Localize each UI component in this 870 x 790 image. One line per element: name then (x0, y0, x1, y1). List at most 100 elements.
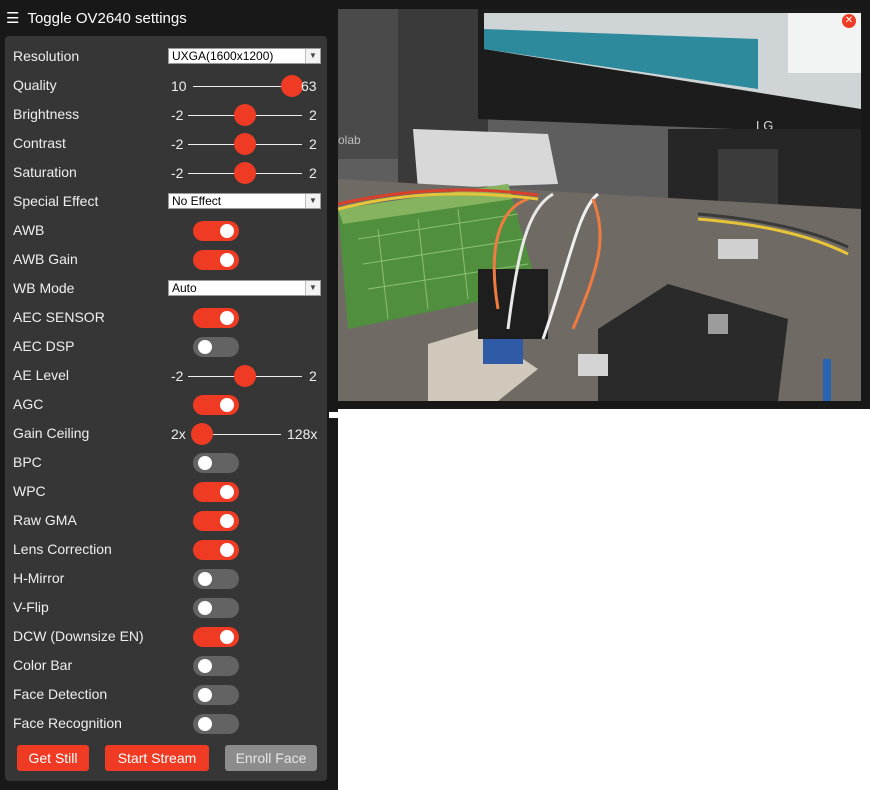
awb-gain-toggle[interactable] (193, 250, 239, 270)
toggle-knob (198, 456, 212, 470)
agc-label: AGC (13, 396, 44, 412)
settings-panel: Resolution UXGA(1600x1200) ▼ Quality 10 … (5, 36, 327, 781)
gain-ceiling-label: Gain Ceiling (13, 425, 90, 441)
brightness-label: Brightness (13, 106, 80, 122)
chevron-down-icon[interactable]: ▼ (305, 281, 320, 295)
camera-stream-image: LG olab (338, 9, 861, 401)
gain-ceiling-row: Gain Ceiling 2x 128x (13, 422, 323, 446)
saturation-label: Saturation (13, 164, 77, 180)
quality-slider-thumb[interactable] (281, 75, 303, 97)
close-icon[interactable]: ✕ (842, 14, 856, 28)
wb-mode-row: WB Mode Auto ▼ (13, 277, 323, 301)
ae-level-min: -2 (171, 368, 184, 384)
toggle-knob (220, 311, 234, 325)
aec-sensor-label: AEC SENSOR (13, 309, 105, 325)
face-detection-label: Face Detection (13, 686, 108, 702)
brightness-min: -2 (171, 107, 184, 123)
toggle-knob (220, 543, 234, 557)
toggle-knob (220, 224, 234, 238)
lens-correction-label: Lens Correction (13, 541, 112, 557)
toggle-knob (220, 253, 234, 267)
wb-mode-value: Auto (172, 281, 197, 295)
aec-dsp-toggle[interactable] (193, 337, 239, 357)
quality-slider-track[interactable] (193, 86, 292, 87)
resolution-value: UXGA(1600x1200) (172, 49, 274, 63)
contrast-max: 2 (309, 136, 317, 152)
color-bar-row: Color Bar (13, 654, 323, 678)
dcw-toggle[interactable] (193, 627, 239, 647)
frame-notch (329, 412, 338, 418)
toggle-knob (198, 340, 212, 354)
contrast-row: Contrast -2 2 (13, 132, 323, 156)
resolution-label: Resolution (13, 48, 80, 64)
face-recognition-row: Face Recognition (13, 712, 323, 736)
stream-picture: LG olab (338, 9, 861, 401)
awb-gain-label: AWB Gain (13, 251, 78, 267)
agc-toggle[interactable] (193, 395, 239, 415)
brightness-slider-thumb[interactable] (234, 104, 256, 126)
bpc-toggle[interactable] (193, 453, 239, 473)
v-flip-toggle[interactable] (193, 598, 239, 618)
hamburger-icon[interactable]: ☰ (6, 11, 19, 26)
wpc-toggle[interactable] (193, 482, 239, 502)
header-title: Toggle OV2640 settings (27, 9, 187, 27)
settings-header[interactable]: ☰ Toggle OV2640 settings (6, 9, 187, 27)
h-mirror-row: H-Mirror (13, 567, 323, 591)
toggle-knob (198, 601, 212, 615)
awb-gain-row: AWB Gain (13, 248, 323, 272)
toggle-knob (220, 485, 234, 499)
special-effect-select[interactable]: No Effect ▼ (168, 193, 321, 209)
board-text: olab (338, 133, 361, 147)
toggle-knob (220, 514, 234, 528)
stream-frame-top (338, 0, 870, 9)
face-recognition-toggle[interactable] (193, 714, 239, 734)
contrast-slider-thumb[interactable] (234, 133, 256, 155)
aec-dsp-row: AEC DSP (13, 335, 323, 359)
wb-mode-select[interactable]: Auto ▼ (168, 280, 321, 296)
stream-frame-right (861, 0, 870, 409)
ae-level-slider-thumb[interactable] (234, 365, 256, 387)
color-bar-toggle[interactable] (193, 656, 239, 676)
dcw-row: DCW (Downsize EN) (13, 625, 323, 649)
ae-level-max: 2 (309, 368, 317, 384)
get-still-button[interactable]: Get Still (17, 745, 89, 771)
awb-label: AWB (13, 222, 45, 238)
ae-level-row: AE Level -2 2 (13, 364, 323, 388)
raw-gma-label: Raw GMA (13, 512, 77, 528)
ae-level-label: AE Level (13, 367, 70, 383)
aec-sensor-row: AEC SENSOR (13, 306, 323, 330)
face-detection-row: Face Detection (13, 683, 323, 707)
agc-row: AGC (13, 393, 323, 417)
awb-toggle[interactable] (193, 221, 239, 241)
toggle-knob (220, 398, 234, 412)
toggle-knob (220, 630, 234, 644)
saturation-slider-thumb[interactable] (234, 162, 256, 184)
face-detection-toggle[interactable] (193, 685, 239, 705)
h-mirror-label: H-Mirror (13, 570, 65, 586)
aec-sensor-toggle[interactable] (193, 308, 239, 328)
resolution-select[interactable]: UXGA(1600x1200) ▼ (168, 48, 321, 64)
gain-ceiling-min: 2x (171, 426, 186, 442)
quality-row: Quality 10 63 (13, 74, 323, 98)
gain-ceiling-slider-track[interactable] (202, 434, 281, 435)
saturation-row: Saturation -2 2 (13, 161, 323, 185)
resolution-row: Resolution UXGA(1600x1200) ▼ (13, 45, 323, 69)
special-effect-value: No Effect (172, 194, 222, 208)
brightness-max: 2 (309, 107, 317, 123)
gain-ceiling-slider-thumb[interactable] (191, 423, 213, 445)
lens-correction-toggle[interactable] (193, 540, 239, 560)
bpc-row: BPC (13, 451, 323, 475)
chevron-down-icon[interactable]: ▼ (305, 194, 320, 208)
contrast-label: Contrast (13, 135, 66, 151)
raw-gma-toggle[interactable] (193, 511, 239, 531)
chevron-down-icon[interactable]: ▼ (305, 49, 320, 63)
toggle-knob (198, 688, 212, 702)
special-effect-label: Special Effect (13, 193, 99, 209)
start-stream-button[interactable]: Start Stream (105, 745, 209, 771)
h-mirror-toggle[interactable] (193, 569, 239, 589)
quality-max: 63 (301, 78, 317, 94)
wpc-row: WPC (13, 480, 323, 504)
contrast-min: -2 (171, 136, 184, 152)
special-effect-row: Special Effect No Effect ▼ (13, 190, 323, 214)
enroll-face-button[interactable]: Enroll Face (225, 745, 317, 771)
